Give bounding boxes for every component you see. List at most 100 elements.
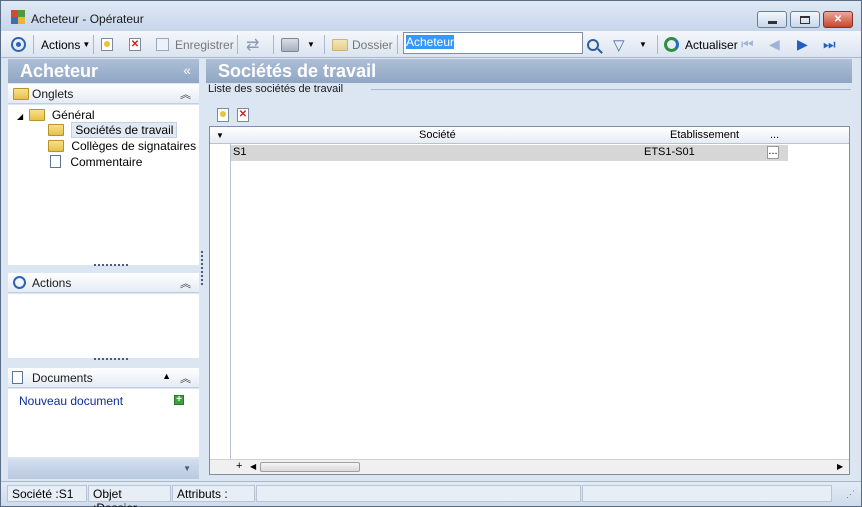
horizontal-scrollbar-thumb[interactable] [260,462,360,472]
new-record-icon [101,38,113,51]
actions-menu-label: Actions [41,37,81,52]
cell-more-button[interactable]: ... [767,146,779,159]
vertical-splitter[interactable] [201,251,203,285]
maximize-icon [800,15,810,24]
navigate-button[interactable] [11,31,26,58]
grid-header: ▼ Société Etablissement ... [210,127,849,144]
sync-button[interactable]: ⇄ [246,31,259,58]
close-icon: ✕ [833,14,843,25]
navigate-circle-icon [11,37,26,52]
column-header-societe[interactable]: Société [419,129,456,141]
new-row-icon[interactable] [217,108,229,122]
new-record-button[interactable] [101,31,113,58]
grid-toolbar: ✕ [211,105,851,125]
first-record-icon: ⏮ [741,36,754,52]
tree-node-general[interactable]: ◢ Général [17,108,95,122]
tabs-section-label: Onglets [32,87,74,101]
tree-node-label: Collèges de signataires [71,139,197,153]
status-objet: Objet :Dossier [88,485,171,507]
scroll-left-icon[interactable]: ◀ [250,462,256,471]
tabs-tree: ◢ Général Sociétés de travail Collèges d… [8,105,199,267]
cell-societe[interactable]: S1 [233,146,246,158]
sort-down-icon[interactable]: ▼ [216,131,224,140]
collapse-up-icon[interactable]: ︽ [180,370,191,386]
tree-node-colleges[interactable]: Collèges de signataires [48,139,196,153]
refresh-label: Actualiser [685,37,738,52]
grid-footer: + ◀ ▶ [210,459,849,474]
tree-node-commentaire[interactable]: Commentaire [48,155,142,169]
companies-grid: ▼ Société Etablissement ... S1 ETS1-S01 … [209,126,850,475]
document-icon [50,155,61,168]
first-record-button[interactable]: ⏮ [741,31,754,58]
actions-section-label: Actions [32,276,72,290]
actions-section-header[interactable]: Actions ︽ [8,273,199,293]
actions-menu-button[interactable]: Actions ▼ [41,31,90,58]
save-button[interactable]: Enregistrer [156,31,234,58]
save-label: Enregistrer [175,37,234,52]
scroll-right-icon[interactable]: ▶ [837,462,843,471]
column-header-etablissement[interactable]: Etablissement [670,129,739,141]
documents-section-label: Documents [32,371,93,385]
status-societe: Société :S1 [7,485,87,502]
folder-icon [332,38,348,51]
splitter-grip[interactable] [94,358,128,361]
column-header-more[interactable]: ... [770,129,779,141]
print-dropdown-button[interactable]: ▼ [307,31,315,58]
new-document-link[interactable]: Nouveau document [19,394,123,408]
delete-record-button[interactable]: ✕ [129,31,141,58]
status-attributs: Attributs : [172,485,255,502]
tree-expand-icon[interactable]: ◢ [17,112,23,121]
close-button[interactable]: ✕ [823,11,853,28]
status-bar: Société :S1 Objet :Dossier Attributs : ⋰ [1,481,861,507]
refresh-icon [664,37,679,52]
printer-icon [281,37,299,52]
app-icon [11,10,25,24]
chevron-down-icon: ▼ [307,40,315,49]
collapse-up-icon[interactable]: ︽ [180,275,191,291]
left-panel-footer[interactable]: ▼ [8,459,199,479]
folder-button[interactable]: Dossier [332,31,393,58]
search-input-value: Acheteur [406,35,455,49]
folder-label: Dossier [352,37,393,52]
status-empty-1 [256,485,581,502]
filter-dropdown-button[interactable]: ▼ [639,31,647,58]
collapse-up-icon[interactable]: ︽ [180,86,191,102]
document-icon [12,371,23,384]
folder-icon [13,88,29,100]
maximize-button[interactable] [790,11,820,28]
last-record-button[interactable]: ⏭ [823,31,836,58]
delete-row-icon[interactable]: ✕ [237,108,249,122]
title-bar: Acheteur - Opérateur ✕ [1,1,861,31]
add-document-icon[interactable]: + [174,395,184,405]
tabs-section-header[interactable]: Onglets ︽ [8,84,199,104]
filter-button[interactable]: ▽ [613,31,625,58]
tree-node-societes[interactable]: Sociétés de travail [48,122,178,138]
minimize-button[interactable] [757,11,787,28]
status-empty-2 [582,485,832,502]
documents-section-header[interactable]: Documents ▲ ︽ [8,368,199,388]
refresh-button[interactable]: Actualiser [664,31,738,58]
window-title: Acheteur - Opérateur [31,12,144,26]
previous-record-button[interactable]: ◀ [769,31,780,58]
tree-node-label: Sociétés de travail [71,122,178,138]
collapse-left-icon[interactable]: « [183,62,191,78]
previous-record-icon: ◀ [769,36,780,52]
print-button[interactable] [281,31,299,58]
search-button[interactable] [587,31,603,58]
left-panel-title: Acheteur [20,61,99,81]
navigate-circle-icon [13,276,26,289]
cell-etablissement[interactable]: ETS1-S01 [644,146,695,158]
search-input[interactable]: Acheteur [403,32,583,54]
group-label: Liste des sociétés de travail [208,83,348,95]
last-record-icon: ⏭ [823,36,836,52]
next-record-button[interactable]: ▶ [797,31,808,58]
chevron-up-icon[interactable]: ▲ [162,371,171,381]
splitter-grip[interactable] [94,264,128,267]
folder-icon [48,140,64,152]
next-record-icon: ▶ [797,36,808,52]
resize-grip-icon[interactable]: ⋰ [846,489,855,500]
table-row[interactable]: S1 ETS1-S01 ... [231,145,788,161]
search-icon [587,38,603,54]
page-title: Sociétés de travail [218,61,377,81]
add-row-button[interactable]: + [236,460,242,472]
